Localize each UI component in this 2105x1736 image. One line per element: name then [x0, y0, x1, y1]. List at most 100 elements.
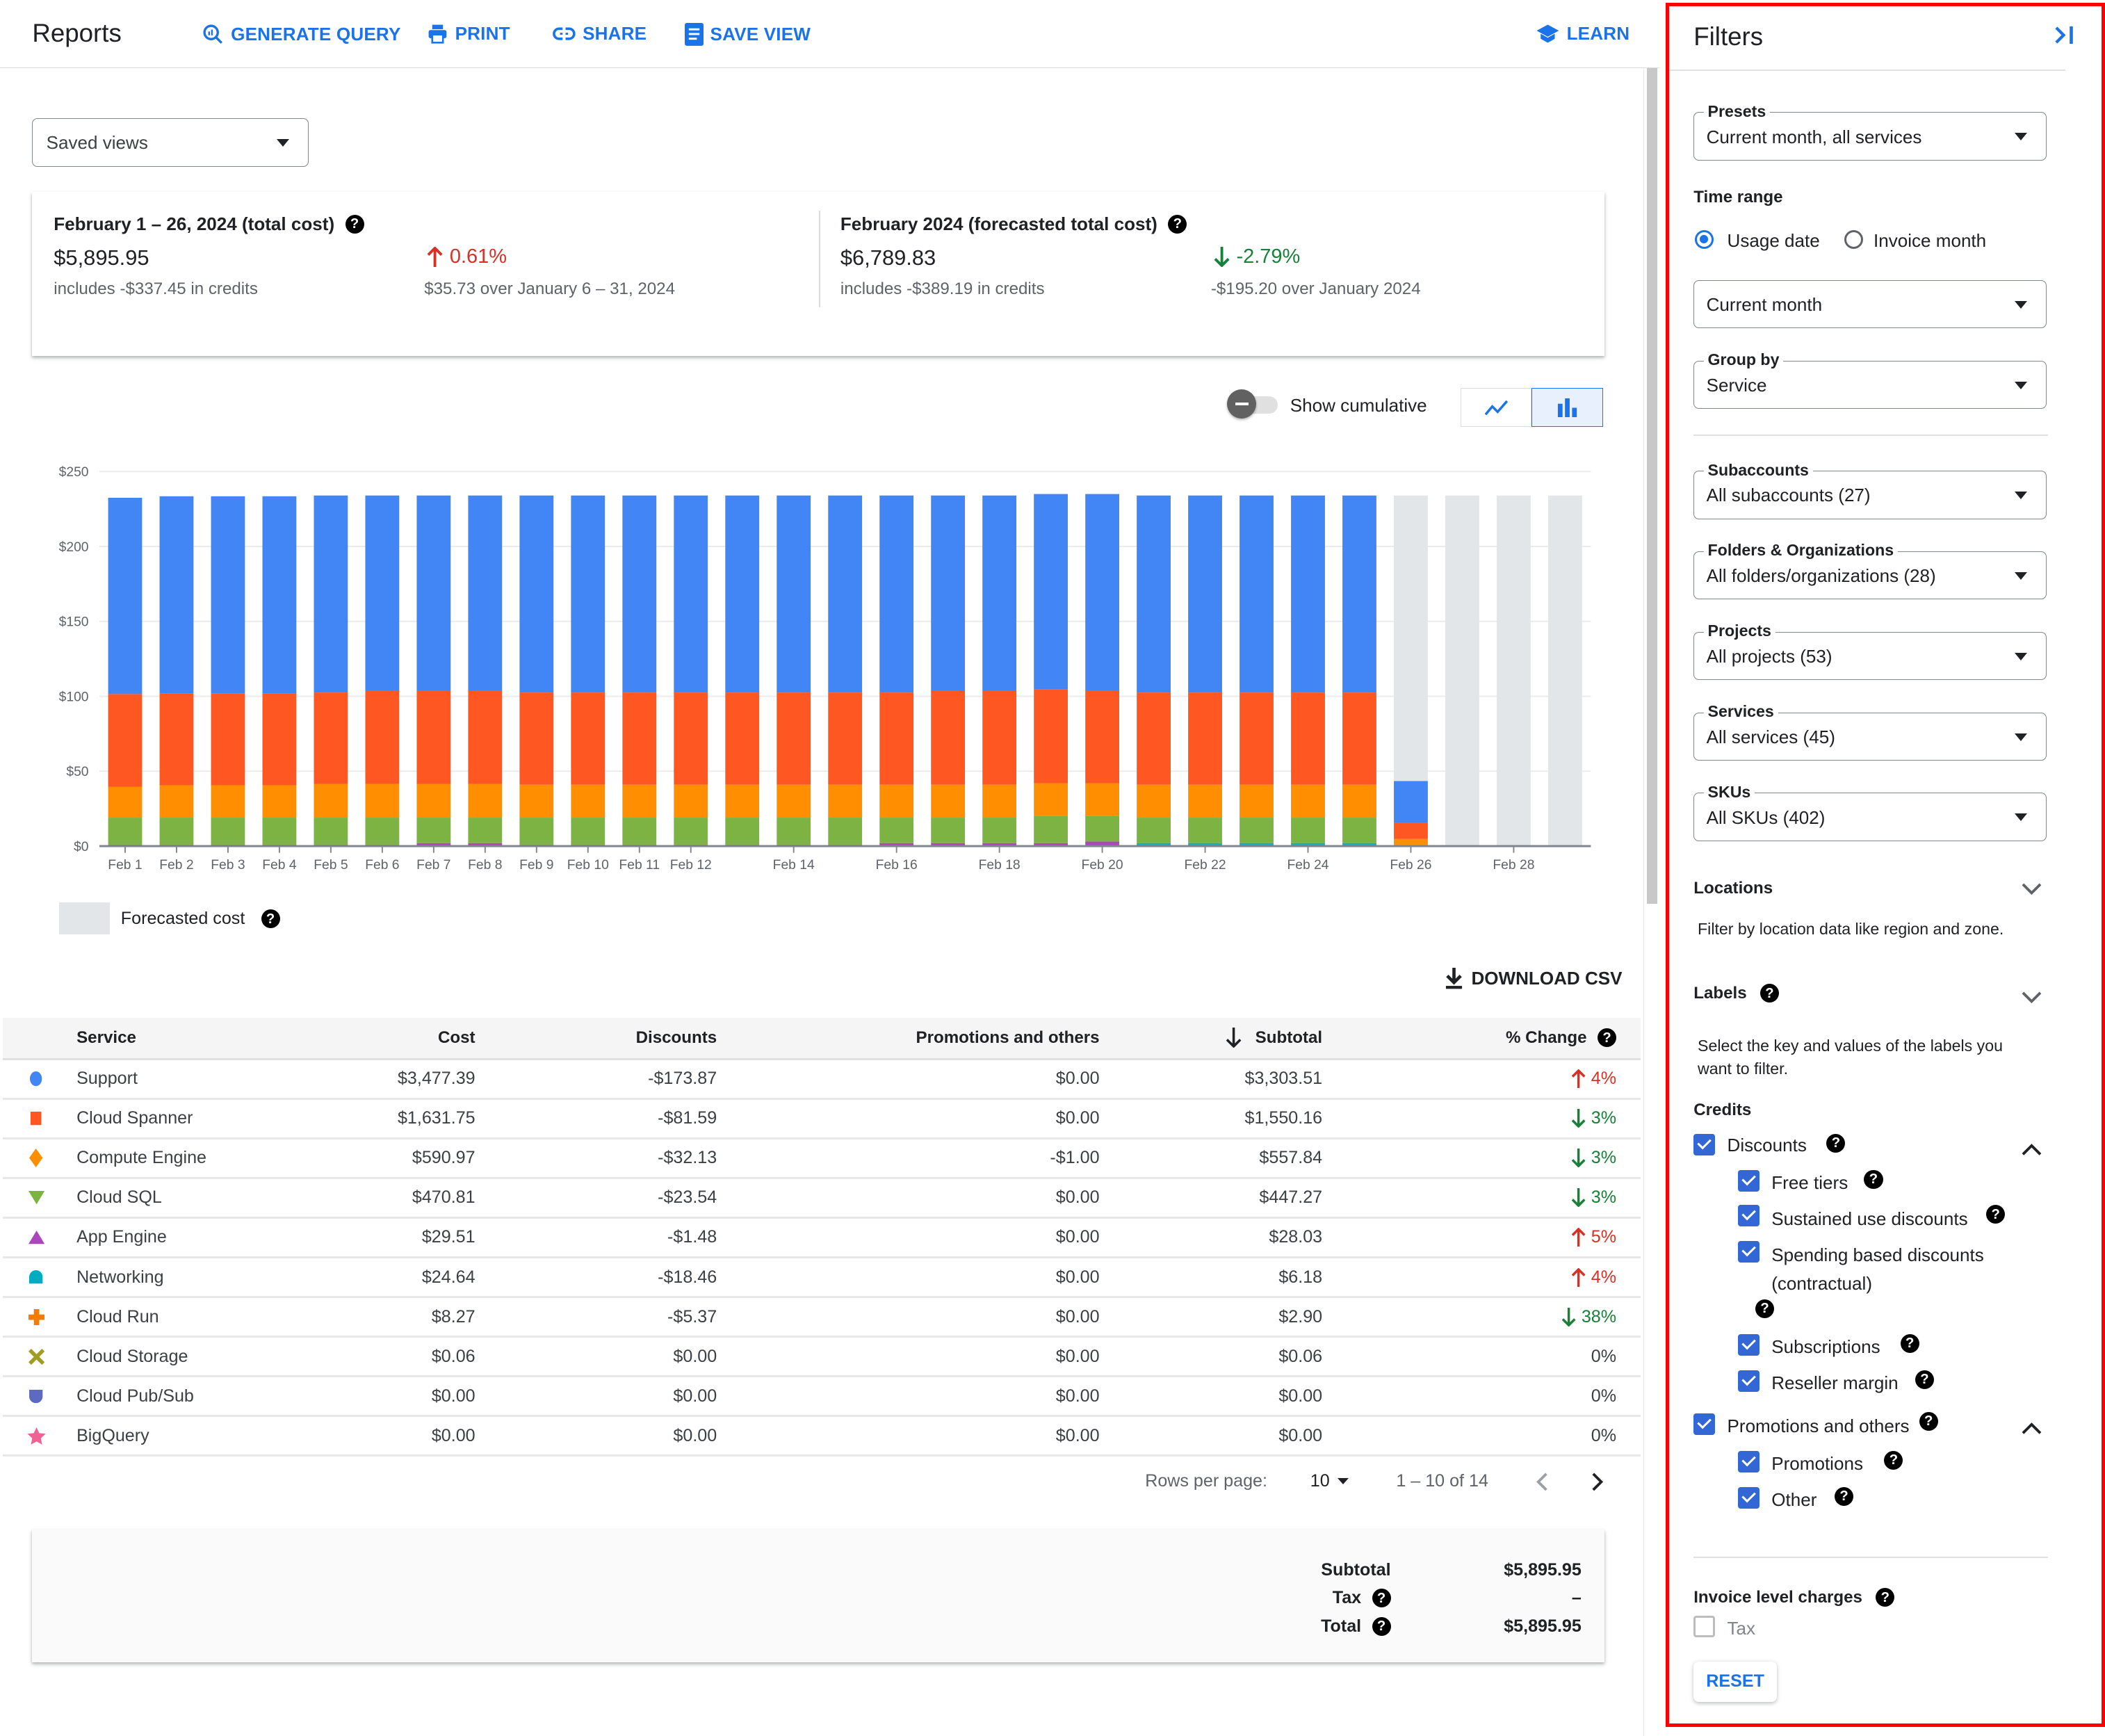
promotions-collapse-button[interactable] — [2021, 1416, 2042, 1441]
next-page-button[interactable] — [1589, 1471, 1605, 1498]
labels-expand-button[interactable] — [2021, 985, 2042, 1010]
help-icon[interactable]: ? — [1755, 1299, 1775, 1318]
col-subtotal[interactable]: Subtotal — [1226, 1018, 1322, 1058]
saved-views-select[interactable]: Saved views — [32, 117, 309, 167]
col-cost[interactable]: Cost — [438, 1018, 476, 1058]
col-promotions[interactable]: Promotions and others — [916, 1018, 1100, 1058]
prev-page-button[interactable] — [1534, 1471, 1550, 1498]
x-tick-label: Feb 24 — [1287, 857, 1328, 872]
download-csv-button[interactable]: DOWNLOAD CSV — [1445, 968, 1623, 989]
free-tiers-checkbox[interactable] — [1737, 1170, 1759, 1192]
reseller-margin-label[interactable]: Reseller margin — [1771, 1369, 1898, 1397]
table-row[interactable]: Cloud Run $8.27 -$5.37 $0.00 $2.90 38% — [2, 1298, 1641, 1338]
help-icon[interactable]: ? — [1876, 1588, 1895, 1607]
y-tick-label: $50 — [66, 765, 88, 779]
spending-based-label[interactable]: Spending based discounts (contractual) — [1771, 1241, 2013, 1297]
discounts-label[interactable]: Discounts — [1728, 1131, 1807, 1160]
locations-expand-button[interactable] — [2021, 876, 2042, 901]
help-icon[interactable]: ? — [1598, 1028, 1617, 1048]
tax-checkbox[interactable] — [1693, 1616, 1716, 1638]
services-select[interactable]: Services All services (45) — [1693, 702, 2047, 761]
help-icon[interactable]: ? — [1372, 1589, 1391, 1608]
save-view-button[interactable]: SAVE VIEW — [684, 22, 811, 46]
table-row[interactable]: Cloud Storage $0.06 $0.00 $0.00 $0.06 0% — [2, 1338, 1641, 1378]
table-row[interactable]: Cloud Pub/Sub $0.00 $0.00 $0.00 $0.00 0% — [2, 1377, 1641, 1418]
promotions-and-others-label[interactable]: Promotions and others — [1728, 1412, 1910, 1441]
help-icon[interactable]: ? — [1168, 215, 1187, 234]
help-icon[interactable]: ? — [1986, 1205, 2006, 1224]
subscriptions-label[interactable]: Subscriptions — [1771, 1333, 1880, 1361]
help-icon[interactable]: ? — [1826, 1133, 1846, 1153]
usage-date-label[interactable]: Usage date — [1728, 230, 1820, 252]
folders-select[interactable]: Folders & Organizations All folders/orga… — [1693, 541, 2047, 600]
main-scrollbar[interactable] — [1643, 68, 1659, 1736]
usage-date-radio[interactable] — [1695, 230, 1714, 250]
help-icon[interactable]: ? — [1759, 984, 1779, 1003]
toggle-knob — [1227, 389, 1257, 419]
rows-per-page-select[interactable]: 10 — [1310, 1471, 1349, 1491]
help-icon[interactable]: ? — [261, 909, 280, 929]
learn-button[interactable]: LEARN — [1536, 23, 1629, 44]
time-range-select[interactable]: Current month — [1693, 279, 2047, 329]
table-row[interactable]: Compute Engine $590.97 -$32.13 -$1.00 $5… — [2, 1139, 1641, 1179]
col-discounts[interactable]: Discounts — [636, 1018, 717, 1058]
invoice-month-label[interactable]: Invoice month — [1874, 230, 1986, 252]
spending-based-checkbox[interactable] — [1737, 1241, 1759, 1263]
tax-checkbox-label[interactable]: Tax — [1728, 1614, 1756, 1643]
help-icon[interactable]: ? — [1919, 1411, 1938, 1431]
help-icon[interactable]: ? — [1884, 1450, 1903, 1470]
tax-value: – — [1571, 1588, 1582, 1608]
projects-select[interactable]: Projects All projects (53) — [1693, 622, 2047, 681]
dropdown-arrow-icon — [2015, 571, 2028, 580]
table-row[interactable]: BigQuery $0.00 $0.00 $0.00 $0.00 0% — [2, 1417, 1641, 1457]
table-row[interactable]: Networking $24.64 -$18.46 $0.00 $6.18 4% — [2, 1258, 1641, 1299]
help-icon[interactable]: ? — [345, 215, 364, 234]
skus-select[interactable]: SKUs All SKUs (402) — [1693, 783, 2047, 842]
invoice-level-heading: Invoice level charges ? — [1693, 1588, 1895, 1607]
presets-select[interactable]: Presets Current month, all services — [1693, 102, 2047, 161]
discounts-collapse-button[interactable] — [2021, 1137, 2042, 1162]
bar-segment-cloud-sql — [777, 817, 811, 845]
help-icon[interactable]: ? — [1372, 1617, 1391, 1637]
help-icon[interactable]: ? — [1835, 1486, 1854, 1506]
print-button[interactable]: PRINT — [427, 23, 510, 44]
reseller-margin-checkbox[interactable] — [1737, 1370, 1759, 1392]
star-icon — [27, 1417, 46, 1454]
table-row[interactable]: Support $3,477.39 -$173.87 $0.00 $3,303.… — [2, 1060, 1641, 1100]
subaccounts-select[interactable]: Subaccounts All subaccounts (27) — [1693, 460, 2047, 519]
help-icon[interactable]: ? — [1900, 1333, 1919, 1353]
line-chart-button[interactable] — [1461, 388, 1532, 428]
labels-heading[interactable]: Labels ? — [1693, 984, 1779, 1003]
promotions-label[interactable]: Promotions — [1771, 1450, 1863, 1478]
discounts-checkbox[interactable] — [1693, 1133, 1716, 1155]
help-icon[interactable]: ? — [1864, 1170, 1883, 1190]
sustained-use-label[interactable]: Sustained use discounts — [1771, 1205, 1967, 1233]
bar-segment-cloud-spanner — [1393, 822, 1428, 839]
help-icon[interactable]: ? — [1915, 1370, 1934, 1389]
promotions-checkbox[interactable] — [1737, 1450, 1759, 1473]
promotions-and-others-checkbox[interactable] — [1693, 1413, 1716, 1435]
col-change[interactable]: % Change ? — [1506, 1018, 1617, 1058]
generate-query-button[interactable]: GENERATE QUERY — [202, 23, 401, 46]
other-label[interactable]: Other — [1771, 1486, 1817, 1514]
reset-button[interactable]: RESET — [1693, 1661, 1777, 1702]
bar-chart-button[interactable] — [1531, 388, 1603, 428]
show-cumulative-toggle[interactable] — [1227, 389, 1281, 419]
invoice-month-radio[interactable] — [1844, 230, 1863, 250]
other-checkbox[interactable] — [1737, 1486, 1759, 1509]
square-icon — [27, 1100, 46, 1137]
table-row[interactable]: Cloud Spanner $1,631.75 -$81.59 $0.00 $1… — [2, 1100, 1641, 1139]
service-name: Support — [76, 1069, 138, 1089]
table-row[interactable]: Cloud SQL $470.81 -$23.54 $0.00 $447.27 … — [2, 1179, 1641, 1219]
collapse-panel-button[interactable] — [2054, 25, 2075, 51]
subscriptions-checkbox[interactable] — [1737, 1333, 1759, 1356]
col-service[interactable]: Service — [76, 1018, 136, 1058]
table-row[interactable]: App Engine $29.51 -$1.48 $0.00 $28.03 5% — [2, 1219, 1641, 1258]
summary-left-heading: February 1 – 26, 2024 (total cost) ? — [54, 213, 364, 235]
sustained-use-checkbox[interactable] — [1737, 1205, 1759, 1227]
locations-heading[interactable]: Locations — [1693, 879, 1773, 898]
share-button[interactable]: SHARE — [552, 23, 647, 44]
free-tiers-label[interactable]: Free tiers — [1771, 1169, 1848, 1197]
scrollbar-thumb[interactable] — [1646, 68, 1657, 904]
group-by-select[interactable]: Group by Service — [1693, 350, 2047, 409]
